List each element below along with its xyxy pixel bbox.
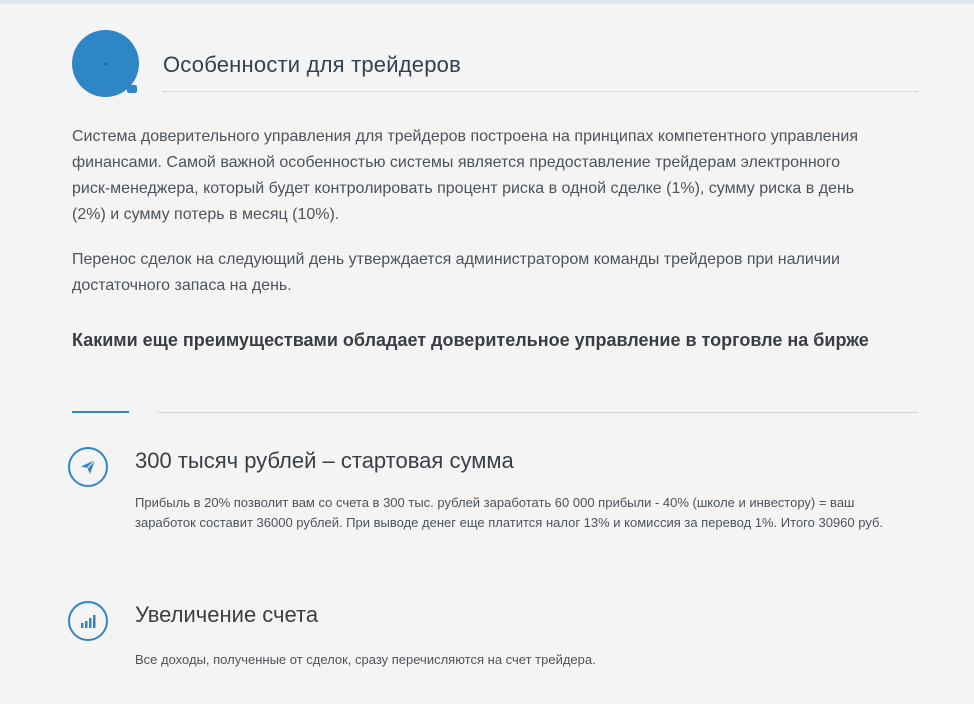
feature-description: Прибыль в 20% позволит вам со счета в 30… [135, 495, 884, 530]
speech-bubble-icon [72, 30, 139, 97]
intro-paragraph: Система доверительного управления для тр… [72, 128, 858, 223]
heading-accent-divider [72, 411, 129, 413]
feature-title: Увеличение счета [135, 602, 319, 627]
feature-title: 300 тысяч рублей – стартовая сумма [135, 448, 514, 473]
page-title: Особенности для трейдеров [163, 52, 461, 77]
heading-divider [157, 412, 918, 413]
feature-description: Все доходы, полученные от сделок, сразу … [135, 652, 596, 667]
paper-plane-icon [68, 447, 108, 487]
transfer-paragraph: Перенос сделок на следующий день утвержд… [72, 251, 840, 294]
bar-chart-icon [68, 601, 108, 641]
section-header: Особенности для трейдеров [72, 30, 918, 97]
top-border [0, 0, 974, 4]
header-divider [163, 91, 918, 92]
advantages-heading: Какими еще преимуществами обладает довер… [72, 330, 869, 350]
